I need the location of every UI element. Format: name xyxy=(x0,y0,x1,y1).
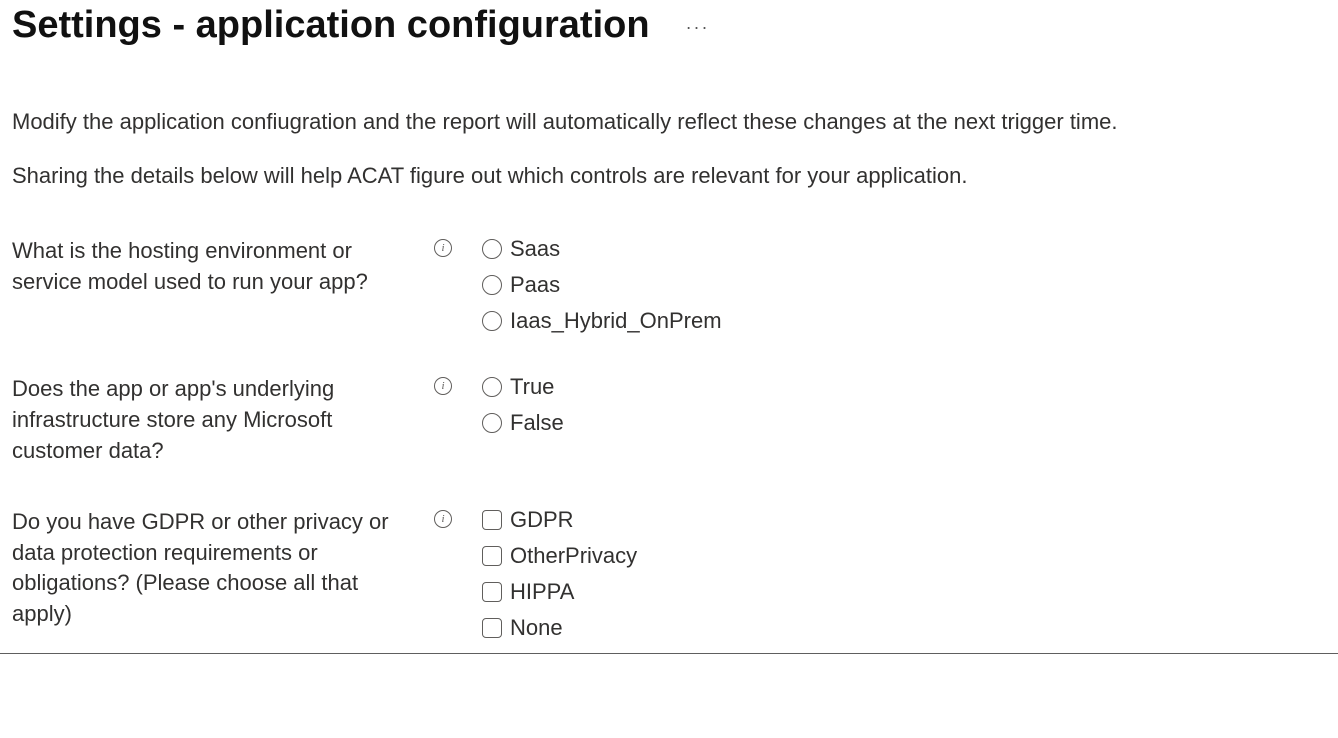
checkbox-none[interactable]: None xyxy=(482,615,637,641)
page-title: Settings - application configuration xyxy=(12,4,650,47)
radio-true[interactable]: True xyxy=(482,374,564,400)
intro-line2: Sharing the details below will help ACAT… xyxy=(12,161,1326,191)
more-options-button[interactable]: ··· xyxy=(678,13,718,42)
question-privacy-obligations: Do you have GDPR or other privacy or dat… xyxy=(12,507,1326,641)
checkbox-icon xyxy=(482,618,502,638)
radio-label: Saas xyxy=(510,236,560,262)
radio-false[interactable]: False xyxy=(482,410,564,436)
info-icon[interactable]: i xyxy=(434,510,452,528)
checkbox-hippa[interactable]: HIPPA xyxy=(482,579,637,605)
checkbox-label: GDPR xyxy=(510,507,574,533)
checkbox-icon xyxy=(482,510,502,530)
intro-line1: Modify the application confiugration and… xyxy=(12,107,1326,137)
question-label: Does the app or app's underlying infrast… xyxy=(12,374,412,466)
question-label: Do you have GDPR or other privacy or dat… xyxy=(12,507,412,630)
question-label: What is the hosting environment or servi… xyxy=(12,236,412,298)
radio-label: True xyxy=(510,374,554,400)
radio-label: Iaas_Hybrid_OnPrem xyxy=(510,308,722,334)
radio-iaas-hybrid-onprem[interactable]: Iaas_Hybrid_OnPrem xyxy=(482,308,722,334)
checkbox-label: OtherPrivacy xyxy=(510,543,637,569)
checkbox-gdpr[interactable]: GDPR xyxy=(482,507,637,533)
radio-icon xyxy=(482,413,502,433)
checkbox-otherprivacy[interactable]: OtherPrivacy xyxy=(482,543,637,569)
checkbox-icon xyxy=(482,546,502,566)
radio-saas[interactable]: Saas xyxy=(482,236,722,262)
intro-text: Modify the application confiugration and… xyxy=(12,107,1326,190)
info-icon[interactable]: i xyxy=(434,377,452,395)
info-icon[interactable]: i xyxy=(434,239,452,257)
question-stores-customer-data: Does the app or app's underlying infrast… xyxy=(12,374,1326,466)
radio-label: Paas xyxy=(510,272,560,298)
radio-icon xyxy=(482,239,502,259)
radio-paas[interactable]: Paas xyxy=(482,272,722,298)
checkbox-label: HIPPA xyxy=(510,579,574,605)
radio-icon xyxy=(482,311,502,331)
radio-label: False xyxy=(510,410,564,436)
radio-icon xyxy=(482,377,502,397)
question-hosting-environment: What is the hosting environment or servi… xyxy=(12,236,1326,334)
radio-icon xyxy=(482,275,502,295)
checkbox-icon xyxy=(482,582,502,602)
checkbox-label: None xyxy=(510,615,563,641)
